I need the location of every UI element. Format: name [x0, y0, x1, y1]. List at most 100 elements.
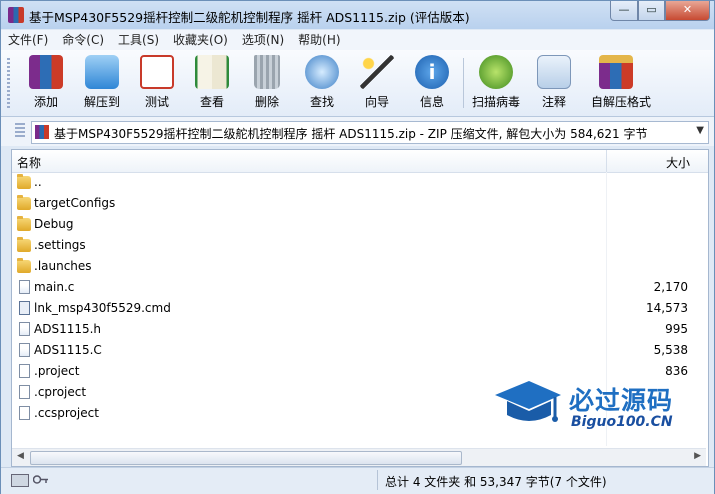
file-icon	[19, 343, 30, 357]
file-name: .launches	[34, 259, 92, 273]
info-button[interactable]: i 信息	[407, 55, 457, 110]
test-icon	[140, 55, 174, 89]
test-button[interactable]: 测试	[132, 55, 182, 110]
extract-to-label: 解压到	[83, 95, 120, 109]
scroll-right-arrow-icon[interactable]: ▶	[694, 451, 701, 461]
status-divider	[377, 470, 378, 490]
file-size: 836	[665, 364, 688, 378]
minimize-button[interactable]: —	[610, 1, 638, 21]
window-title: 基于MSP430F5529摇杆控制二级舵机控制程序 摇杆 ADS1115.zip…	[29, 10, 470, 25]
archive-path-text: 基于MSP430F5529摇杆控制二级舵机控制程序 摇杆 ADS1115.zip…	[54, 127, 648, 141]
find-button[interactable]: 查找	[297, 55, 347, 110]
find-icon	[305, 55, 339, 89]
scroll-left-arrow-icon[interactable]: ◀	[17, 451, 24, 461]
toolbar-grip[interactable]	[7, 58, 10, 108]
folder-icon	[17, 258, 31, 273]
info-label: 信息	[419, 95, 444, 109]
extract-to-icon	[85, 55, 119, 89]
file-row[interactable]: targetConfigs	[12, 193, 706, 214]
file-row[interactable]: .settings	[12, 235, 706, 256]
file-row[interactable]: .launches	[12, 256, 706, 277]
menu-help[interactable]: 帮助(H)	[291, 30, 347, 50]
menu-file[interactable]: 文件(F)	[1, 30, 55, 50]
test-label: 测试	[144, 95, 169, 109]
address-grip[interactable]	[15, 123, 25, 139]
file-size: 2,170	[653, 280, 688, 294]
view-label: 查看	[199, 95, 224, 109]
graduation-cap-icon	[495, 381, 561, 422]
file-icon	[19, 322, 30, 336]
file-size: 5,538	[653, 343, 688, 357]
file-name: targetConfigs	[34, 196, 116, 210]
file-size: 995	[665, 322, 688, 336]
file-row[interactable]: ADS1115.h 995	[12, 319, 706, 340]
menu-command[interactable]: 命令(C)	[55, 30, 111, 50]
file-icon	[19, 280, 30, 294]
delete-label: 删除	[254, 95, 279, 109]
watermark-domain: Biguo100.CN	[571, 414, 673, 430]
extract-to-button[interactable]: 解压到	[77, 55, 127, 110]
title-bar: 基于MSP430F5529摇杆控制二级舵机控制程序 摇杆 ADS1115.zip…	[1, 1, 714, 29]
comment-label: 注释	[541, 95, 566, 109]
horizontal-scrollbar[interactable]: ◀ ▶	[12, 448, 706, 466]
file-icon	[19, 301, 30, 315]
winrar-app-icon	[8, 7, 24, 23]
status-summary: 总计 4 文件夹 和 53,347 字节(7 个文件)	[385, 475, 607, 489]
sfx-icon	[599, 55, 633, 89]
file-row[interactable]: main.c 2,170	[12, 277, 706, 298]
file-name: ..	[34, 175, 42, 189]
file-row[interactable]: lnk_msp430f5529.cmd 14,573	[12, 298, 706, 319]
toolbar: 添加 解压到 测试 查看 删除 查找 向导 i 信息 扫描病毒 注释 自解压格式	[1, 50, 714, 117]
file-name: .project	[34, 364, 80, 378]
column-name-header[interactable]: 名称	[17, 154, 41, 171]
column-header: 名称 大小	[12, 150, 708, 173]
menu-tools[interactable]: 工具(S)	[111, 30, 166, 50]
toolbar-separator	[463, 58, 464, 108]
path-combobox[interactable]: 基于MSP430F5529摇杆控制二级舵机控制程序 摇杆 ADS1115.zip…	[31, 121, 709, 144]
status-bar: 总计 4 文件夹 和 53,347 字节(7 个文件)	[1, 467, 714, 494]
scrollbar-thumb[interactable]	[30, 451, 462, 465]
virus-scan-button[interactable]: 扫描病毒	[471, 55, 521, 110]
menu-favorites[interactable]: 收藏夹(O)	[166, 30, 235, 50]
chevron-down-icon[interactable]: ▼	[696, 125, 704, 136]
wizard-icon	[360, 55, 394, 89]
file-size: 14,573	[646, 301, 688, 315]
sfx-button[interactable]: 自解压格式	[591, 55, 651, 110]
key-icon[interactable]	[33, 474, 49, 485]
folder-icon	[17, 216, 31, 231]
file-name: .cproject	[34, 385, 87, 399]
column-divider[interactable]	[606, 150, 607, 172]
file-name: ADS1115.C	[34, 343, 102, 357]
comment-button[interactable]: 注释	[529, 55, 579, 110]
comment-icon	[537, 55, 571, 89]
wizard-label: 向导	[364, 95, 389, 109]
column-size-header[interactable]: 大小	[666, 154, 690, 171]
delete-button[interactable]: 删除	[242, 55, 292, 110]
window-controls: — ▭ ✕	[610, 1, 710, 21]
delete-icon	[254, 55, 280, 89]
file-row[interactable]: Debug	[12, 214, 706, 235]
file-name: .ccsproject	[34, 406, 99, 420]
menu-bar: 文件(F) 命令(C) 工具(S) 收藏夹(O) 选项(N) 帮助(H)	[1, 30, 714, 50]
view-button[interactable]: 查看	[187, 55, 237, 110]
close-button[interactable]: ✕	[665, 1, 710, 21]
file-name: ADS1115.h	[34, 322, 102, 336]
find-label: 查找	[309, 95, 334, 109]
file-name: .settings	[34, 238, 86, 252]
address-bar: 基于MSP430F5529摇杆控制二级舵机控制程序 摇杆 ADS1115.zip…	[1, 117, 714, 146]
add-label: 添加	[33, 95, 58, 109]
file-row[interactable]: ..	[12, 172, 706, 193]
file-icon	[19, 385, 30, 399]
file-row[interactable]: ADS1115.C 5,538	[12, 340, 706, 361]
wizard-button[interactable]: 向导	[352, 55, 402, 110]
file-icon	[19, 364, 30, 378]
add-button[interactable]: 添加	[21, 55, 71, 110]
info-icon: i	[415, 55, 449, 89]
maximize-button[interactable]: ▭	[638, 1, 665, 21]
virus-scan-label: 扫描病毒	[471, 95, 520, 109]
add-archive-icon	[29, 55, 63, 89]
menu-options[interactable]: 选项(N)	[235, 30, 291, 50]
file-name: Debug	[34, 217, 74, 231]
drive-icon[interactable]	[11, 474, 29, 487]
folder-icon	[17, 174, 31, 189]
